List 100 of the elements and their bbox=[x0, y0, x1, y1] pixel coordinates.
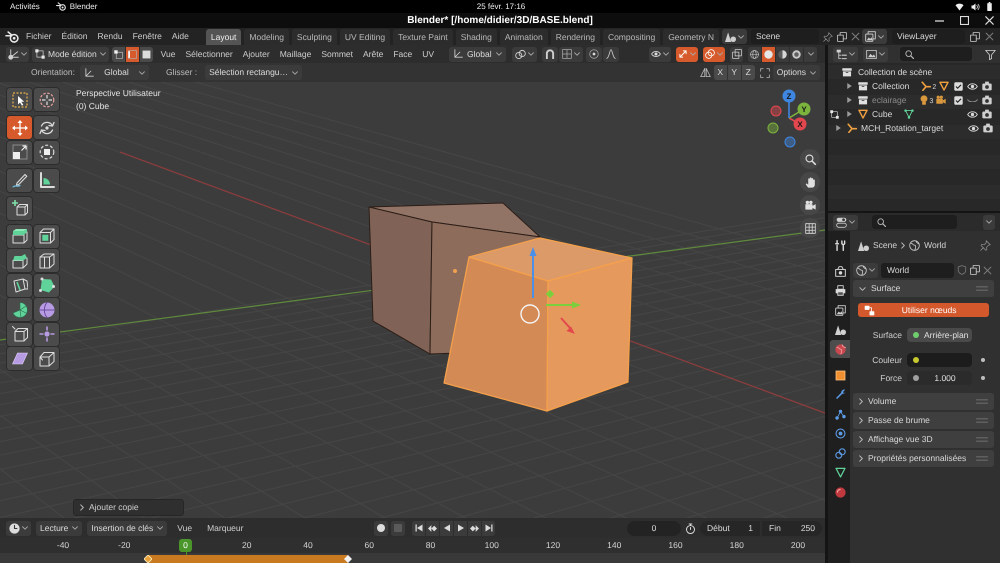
gizmo-axis[interactable]: Y bbox=[788, 102, 810, 119]
filter-icon[interactable] bbox=[985, 48, 996, 60]
mode-dropdown[interactable]: Mode édition bbox=[32, 46, 109, 62]
world-browse-button[interactable] bbox=[853, 262, 878, 278]
tree-item[interactable]: Collection bbox=[872, 82, 910, 90]
menu-item[interactable]: Édition bbox=[56, 29, 93, 44]
drag-dropdown[interactable]: Sélection rectangu… bbox=[205, 65, 302, 80]
battery-icon[interactable] bbox=[987, 2, 992, 11]
scene-browse-button[interactable] bbox=[722, 29, 747, 44]
tool-button[interactable] bbox=[7, 274, 32, 296]
menu-item[interactable]: Fenêtre bbox=[128, 29, 167, 44]
menu-item[interactable]: UV bbox=[417, 46, 440, 62]
viewport-toggle[interactable] bbox=[676, 46, 698, 62]
photo-camera-icon[interactable] bbox=[982, 109, 992, 119]
disclosure-triangle-icon[interactable] bbox=[836, 125, 841, 131]
editor-type-button[interactable] bbox=[6, 46, 29, 62]
breadcrumb-item[interactable]: Scene bbox=[873, 240, 898, 250]
panel-header[interactable]: Volume bbox=[853, 393, 994, 410]
panel-header[interactable]: Affichage vue 3D bbox=[853, 431, 994, 448]
shading-button[interactable] bbox=[790, 46, 803, 62]
color-field[interactable] bbox=[907, 353, 972, 367]
view-layer-name-field[interactable]: ViewLayer bbox=[892, 29, 965, 44]
app-logo-icon[interactable] bbox=[5, 30, 19, 42]
workspace-tab[interactable]: Animation bbox=[500, 29, 548, 45]
x-mark-icon[interactable] bbox=[985, 32, 994, 41]
play-reverse-button[interactable] bbox=[440, 520, 454, 536]
menu-item[interactable]: Sommet bbox=[316, 46, 358, 62]
checkbox[interactable] bbox=[954, 82, 963, 90]
close-icon[interactable] bbox=[985, 16, 994, 25]
zoom-button[interactable] bbox=[800, 149, 820, 169]
options-dropdown[interactable]: Options bbox=[772, 65, 820, 80]
current-frame-field[interactable]: 0 bbox=[627, 520, 681, 536]
tree-item[interactable]: Collection de scène bbox=[858, 68, 932, 76]
falloff-dropdown[interactable] bbox=[602, 46, 619, 62]
menu-item[interactable]: Ajouter bbox=[238, 46, 275, 62]
gizmo-axis[interactable]: Z bbox=[782, 90, 796, 118]
previous-keyframe-button[interactable] bbox=[426, 520, 440, 536]
workspace-tab[interactable]: Rendering bbox=[550, 29, 600, 45]
tool-button[interactable] bbox=[34, 88, 59, 111]
checkbox[interactable] bbox=[954, 96, 963, 104]
viewport-toggle[interactable] bbox=[649, 46, 671, 62]
corner-brackets-icon[interactable] bbox=[760, 68, 770, 78]
jump-end-button[interactable] bbox=[482, 520, 496, 536]
workspace-tab[interactable]: UV Editing bbox=[340, 29, 390, 45]
search-field[interactable] bbox=[872, 215, 957, 229]
tool-button[interactable] bbox=[7, 298, 32, 321]
play-button[interactable] bbox=[454, 520, 468, 536]
closed-eye-icon[interactable] bbox=[967, 98, 978, 102]
disclosure-triangle-icon[interactable] bbox=[846, 111, 852, 117]
workspace-tab[interactable]: Shading bbox=[456, 29, 497, 45]
transform-orientation-dropdown[interactable]: Global bbox=[80, 65, 149, 80]
eye-icon[interactable] bbox=[967, 82, 978, 90]
panel-header[interactable]: Surface bbox=[853, 280, 994, 297]
menu-dropdown[interactable]: Lecture bbox=[36, 520, 82, 536]
x-mark-icon[interactable] bbox=[851, 32, 860, 41]
eye-icon[interactable] bbox=[967, 110, 978, 118]
pan-button[interactable] bbox=[800, 172, 820, 192]
menu-item[interactable]: Rendu bbox=[92, 29, 128, 44]
shading-button[interactable] bbox=[776, 46, 789, 62]
tool-button[interactable] bbox=[34, 116, 59, 139]
copy-icon[interactable] bbox=[970, 32, 980, 42]
copy-icon[interactable] bbox=[837, 32, 847, 42]
menu-item[interactable]: Vue bbox=[172, 520, 198, 536]
pivot-dropdown[interactable] bbox=[512, 46, 537, 62]
snap-toggle[interactable] bbox=[542, 46, 558, 62]
next-keyframe-button[interactable] bbox=[468, 520, 482, 536]
panel-header[interactable]: Passe de brume bbox=[853, 412, 994, 429]
menu-dropdown[interactable]: Insertion de clés bbox=[87, 520, 168, 536]
app-menu-button[interactable]: Blender bbox=[56, 2, 98, 11]
jump-start-button[interactable] bbox=[412, 520, 426, 536]
snap-target-dropdown[interactable] bbox=[558, 46, 583, 62]
viewport-toggle[interactable] bbox=[703, 46, 725, 62]
search-field[interactable] bbox=[900, 47, 972, 61]
activities-button[interactable]: Activités bbox=[10, 2, 40, 10]
maximize-icon[interactable] bbox=[960, 16, 969, 25]
tool-button[interactable] bbox=[7, 347, 32, 370]
tree-item[interactable]: eclairage bbox=[872, 96, 906, 104]
photo-camera-icon[interactable] bbox=[982, 95, 992, 105]
pin-icon[interactable] bbox=[823, 32, 833, 42]
minimize-icon[interactable] bbox=[935, 20, 944, 22]
shader-link-field[interactable]: Arrière-plan bbox=[907, 328, 972, 342]
tree-item[interactable]: Cube bbox=[872, 110, 892, 118]
tool-button[interactable] bbox=[34, 322, 59, 346]
axis-toggle[interactable]: Z bbox=[742, 65, 755, 80]
display-mode-button[interactable] bbox=[863, 46, 888, 62]
orthographic-toggle[interactable] bbox=[800, 218, 820, 238]
tool-button[interactable] bbox=[7, 168, 32, 192]
workspace-tab[interactable]: Texture Paint bbox=[393, 29, 453, 45]
menu-item[interactable]: Maillage bbox=[274, 46, 316, 62]
tree-item[interactable]: MCH_Rotation_target bbox=[861, 124, 944, 132]
speaker-icon[interactable] bbox=[971, 2, 980, 10]
tool-button[interactable] bbox=[7, 249, 32, 272]
tool-button[interactable] bbox=[7, 88, 32, 111]
photo-camera-icon[interactable] bbox=[983, 123, 994, 133]
menu-item[interactable]: Sélectionner bbox=[180, 46, 238, 62]
shading-options-button[interactable] bbox=[804, 46, 817, 62]
disclosure-triangle-icon[interactable] bbox=[846, 97, 852, 103]
editor-type-button[interactable] bbox=[6, 520, 31, 536]
tool-button[interactable] bbox=[7, 140, 32, 164]
editor-type-button[interactable] bbox=[833, 214, 858, 230]
